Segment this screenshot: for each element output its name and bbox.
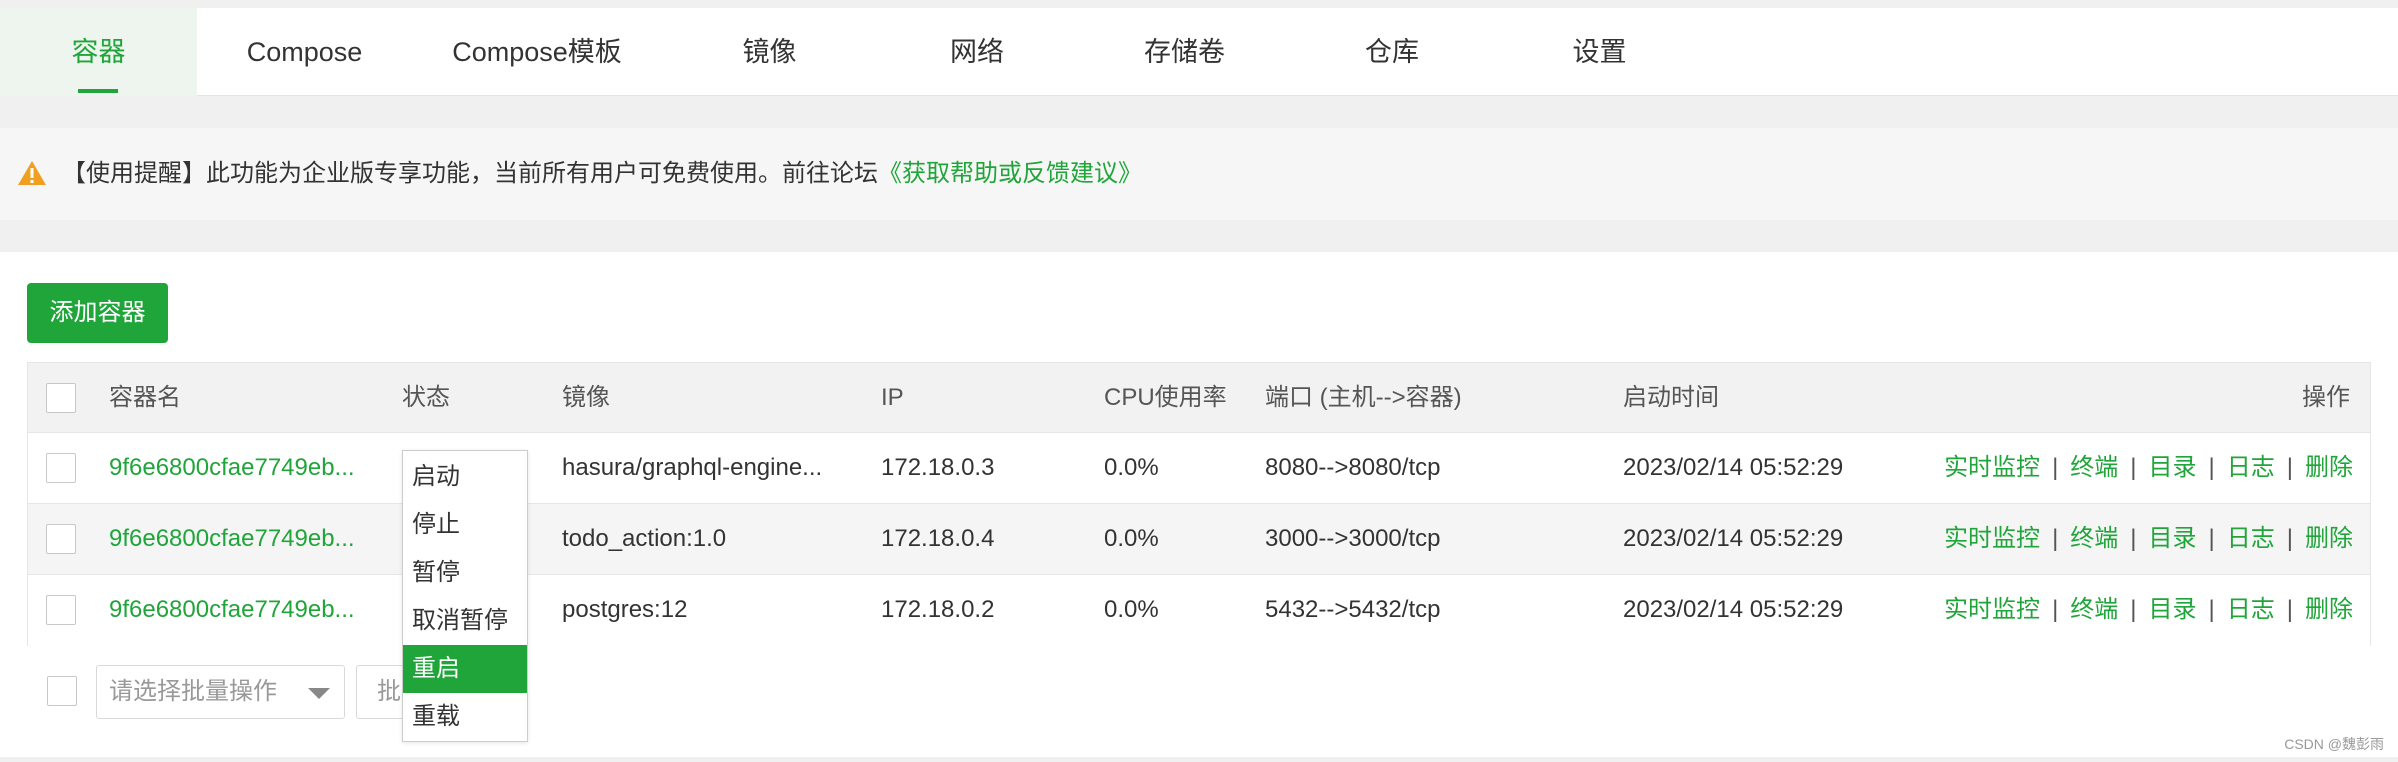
logs-link[interactable]: 日志 xyxy=(2227,525,2275,552)
batch-placeholder: 请选择批量操作 xyxy=(109,678,277,705)
separator: | xyxy=(2130,454,2137,481)
separator: | xyxy=(2208,525,2215,552)
header-status: 状态 xyxy=(402,384,450,411)
tab-settings[interactable]: 设置 xyxy=(1492,8,1707,96)
container-table: 容器名 状态 镜像 IP CPU使用率 端口 (主机-->容器) 启动时间 操作… xyxy=(27,362,2371,646)
separator: | xyxy=(2130,596,2137,623)
directory-link[interactable]: 目录 xyxy=(2149,596,2197,623)
port-cell: 5432-->5432/tcp xyxy=(1265,596,1441,623)
ip-cell: 172.18.0.2 xyxy=(881,596,995,623)
row-actions: 实时监控 | 终端 | 目录 | 日志 | 删除 xyxy=(1944,575,2353,645)
menu-item-restart[interactable]: 重启 xyxy=(403,645,527,693)
table-row: 9f6e6800cfae7749eb... postgres:12 172.18… xyxy=(28,575,2370,646)
monitor-link[interactable]: 实时监控 xyxy=(1944,525,2040,552)
terminal-link[interactable]: 终端 xyxy=(2070,596,2118,623)
container-name-link[interactable]: 9f6e6800cfae7749eb... xyxy=(109,504,355,574)
batch-select-all-checkbox[interactable] xyxy=(47,676,77,706)
image-cell: hasura/graphql-engine... xyxy=(562,454,823,481)
logs-link[interactable]: 日志 xyxy=(2227,596,2275,623)
header-name: 容器名 xyxy=(109,384,181,411)
table-header: 容器名 状态 镜像 IP CPU使用率 端口 (主机-->容器) 启动时间 操作 xyxy=(28,363,2370,433)
menu-item-pause[interactable]: 暂停 xyxy=(403,549,527,597)
terminal-link[interactable]: 终端 xyxy=(2070,454,2118,481)
start-time-cell: 2023/02/14 05:52:29 xyxy=(1623,596,1844,623)
menu-item-reload[interactable]: 重载 xyxy=(403,693,527,741)
menu-item-stop[interactable]: 停止 xyxy=(403,501,527,549)
forum-help-link[interactable]: 《获取帮助或反馈建议》 xyxy=(878,160,1142,187)
row-actions: 实时监控 | 终端 | 目录 | 日志 | 删除 xyxy=(1944,433,2353,503)
tab-containers[interactable]: 容器 xyxy=(0,8,197,96)
directory-link[interactable]: 目录 xyxy=(2149,454,2197,481)
top-tab-bar: 容器 Compose Compose模板 镜像 网络 存储卷 仓库 设置 xyxy=(0,8,2398,96)
delete-link[interactable]: 删除 xyxy=(2305,454,2353,481)
separator: | xyxy=(2286,525,2293,552)
container-name-link[interactable]: 9f6e6800cfae7749eb... xyxy=(109,575,355,645)
tab-compose-template[interactable]: Compose模板 xyxy=(412,8,662,96)
header-image: 镜像 xyxy=(562,384,610,411)
notice-message: 【使用提醒】此功能为企业版专享功能，当前所有用户可免费使用。前往论坛 xyxy=(62,160,878,187)
watermark: CSDN @魏彭雨 xyxy=(2284,736,2384,752)
header-cpu: CPU使用率 xyxy=(1104,384,1227,411)
tab-images[interactable]: 镜像 xyxy=(662,8,877,96)
cpu-cell: 0.0% xyxy=(1104,454,1159,481)
menu-item-unpause[interactable]: 取消暂停 xyxy=(403,597,527,645)
monitor-link[interactable]: 实时监控 xyxy=(1944,454,2040,481)
menu-item-start[interactable]: 启动 xyxy=(403,453,527,501)
header-actions: 操作 xyxy=(2302,384,2350,411)
tab-registry[interactable]: 仓库 xyxy=(1292,8,1492,96)
header-ip: IP xyxy=(881,384,904,411)
separator: | xyxy=(2286,596,2293,623)
notice-text: 【使用提醒】此功能为企业版专享功能，当前所有用户可免费使用。前往论坛《获取帮助或… xyxy=(62,128,1142,220)
delete-link[interactable]: 删除 xyxy=(2305,525,2353,552)
delete-link[interactable]: 删除 xyxy=(2305,596,2353,623)
status-dropdown-menu: 启动 停止 暂停 取消暂停 重启 重载 xyxy=(402,450,528,742)
tab-volumes[interactable]: 存储卷 xyxy=(1077,8,1292,96)
terminal-link[interactable]: 终端 xyxy=(2070,525,2118,552)
table-row: 9f6e6800cfae7749eb... todo_action:1.0 17… xyxy=(28,504,2370,575)
monitor-link[interactable]: 实时监控 xyxy=(1944,596,2040,623)
start-time-cell: 2023/02/14 05:52:29 xyxy=(1623,454,1844,481)
directory-link[interactable]: 目录 xyxy=(2149,525,2197,552)
separator: | xyxy=(2208,596,2215,623)
tab-compose[interactable]: Compose xyxy=(197,8,412,96)
batch-operation-select[interactable]: 请选择批量操作 xyxy=(96,665,345,719)
table-row: 9f6e6800cfae7749eb... hasura/graphql-eng… xyxy=(28,433,2370,504)
ip-cell: 172.18.0.3 xyxy=(881,454,995,481)
select-all-checkbox[interactable] xyxy=(46,383,76,413)
separator: | xyxy=(2052,454,2059,481)
port-cell: 8080-->8080/tcp xyxy=(1265,454,1441,481)
separator: | xyxy=(2286,454,2293,481)
separator: | xyxy=(2208,454,2215,481)
image-cell: todo_action:1.0 xyxy=(562,525,727,552)
add-container-button[interactable]: 添加容器 xyxy=(27,283,168,343)
start-time-cell: 2023/02/14 05:52:29 xyxy=(1623,525,1844,552)
row-checkbox[interactable] xyxy=(46,524,76,554)
tab-network[interactable]: 网络 xyxy=(877,8,1077,96)
row-actions: 实时监控 | 终端 | 目录 | 日志 | 删除 xyxy=(1944,504,2353,574)
ip-cell: 172.18.0.4 xyxy=(881,525,995,552)
cpu-cell: 0.0% xyxy=(1104,525,1159,552)
separator: | xyxy=(2052,596,2059,623)
port-cell: 3000-->3000/tcp xyxy=(1265,525,1441,552)
row-checkbox[interactable] xyxy=(46,453,76,483)
chevron-down-icon xyxy=(308,688,330,699)
image-cell: postgres:12 xyxy=(562,596,688,623)
header-start-time: 启动时间 xyxy=(1623,384,1719,411)
warning-icon xyxy=(18,161,46,185)
row-checkbox[interactable] xyxy=(46,595,76,625)
container-name-link[interactable]: 9f6e6800cfae7749eb... xyxy=(109,433,355,503)
cpu-cell: 0.0% xyxy=(1104,596,1159,623)
separator: | xyxy=(2052,525,2059,552)
separator: | xyxy=(2130,525,2137,552)
header-port: 端口 (主机-->容器) xyxy=(1265,384,1462,411)
usage-notice: 【使用提醒】此功能为企业版专享功能，当前所有用户可免费使用。前往论坛《获取帮助或… xyxy=(0,128,2398,220)
logs-link[interactable]: 日志 xyxy=(2227,454,2275,481)
